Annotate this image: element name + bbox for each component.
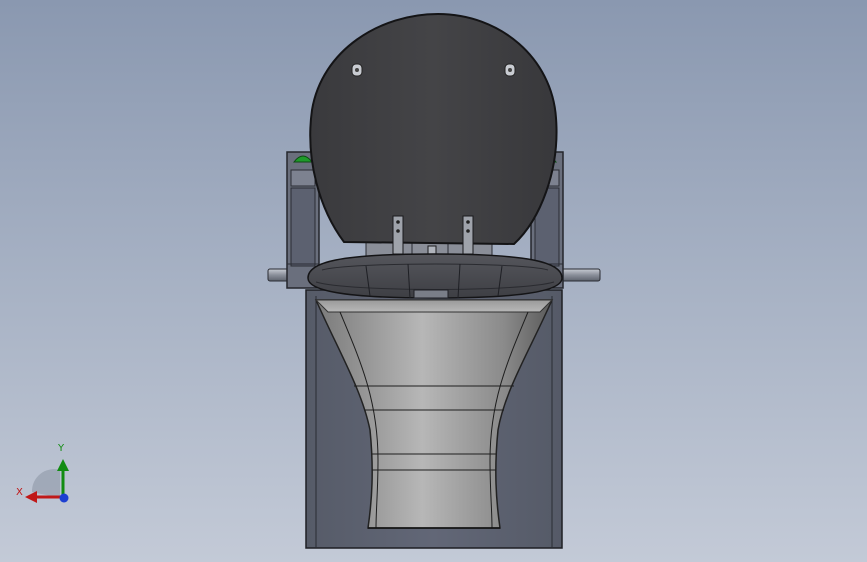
lid-bolt-left: [351, 63, 363, 77]
coordinate-triad: [25, 459, 69, 503]
triad-z-dot: [59, 493, 69, 503]
toilet-model[interactable]: [0, 0, 867, 562]
y-axis-label: Y: [58, 443, 65, 454]
lid-hinge-plate-left: [392, 215, 404, 255]
lid-hinge-plate-right: [462, 215, 474, 255]
lid-bolt-right: [504, 63, 516, 77]
seat-ring: [307, 253, 563, 299]
x-axis-label: X: [16, 487, 23, 498]
seat-lid: [309, 12, 558, 259]
cad-viewport[interactable]: X Y: [0, 0, 867, 562]
